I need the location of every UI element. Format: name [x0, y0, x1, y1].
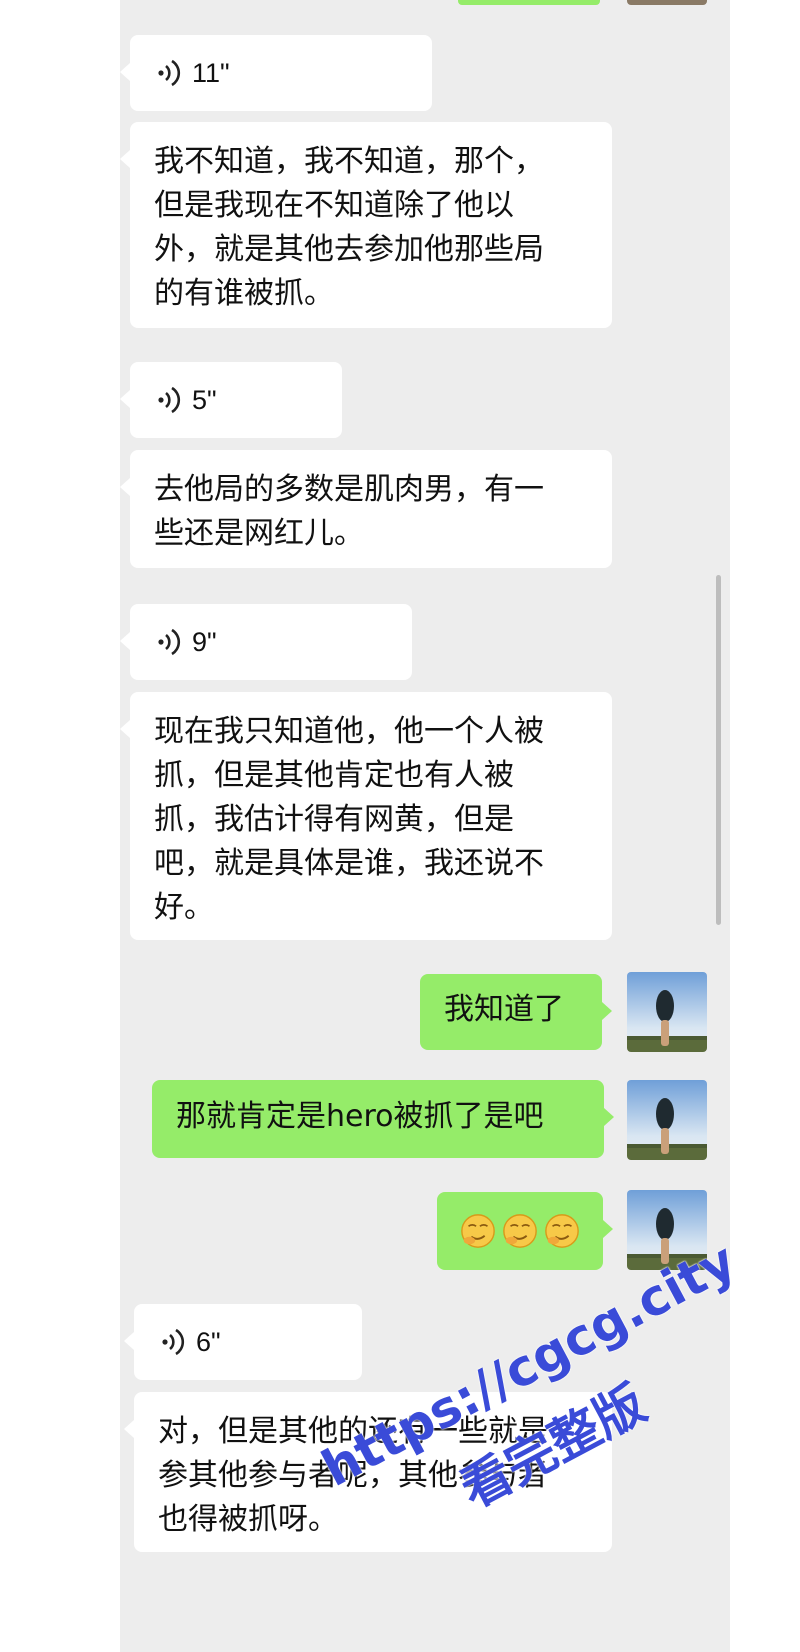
message-line: 我不知道，我不知道，那个， — [154, 144, 544, 179]
outgoing-text-message[interactable]: 我知道了 — [420, 974, 612, 1050]
voice-wave-icon — [158, 59, 181, 87]
outgoing-emoji-message[interactable] — [437, 1192, 613, 1270]
voice-message[interactable]: 11" — [120, 35, 432, 111]
message-line: 些还是网红儿。 — [154, 516, 364, 551]
smirk-face-emoji-icon — [503, 1214, 537, 1248]
message-line: 抓，但是其他肯定也有人被 — [154, 758, 514, 793]
previous-avatar-edge — [627, 0, 707, 5]
message-line: 的有谁被抓。 — [154, 276, 334, 311]
message-line: 对，但是其他的还有一些就是 — [158, 1414, 548, 1449]
message-line: 现在我只知道他，他一个人被 — [154, 714, 544, 749]
voice-duration: 11" — [192, 58, 230, 88]
avatar[interactable] — [627, 972, 707, 1052]
avatar[interactable] — [627, 1190, 707, 1270]
text-message[interactable]: 我不知道，我不知道，那个， 但是我现在不知道除了他以 外，就是其他去参加他那些局… — [120, 122, 612, 328]
text-message[interactable]: 对，但是其他的还有一些就是 参其他参与者呢，其他参与者 也得被抓呀。 — [124, 1392, 612, 1552]
message-line: 吧，就是具体是谁，我还说不 — [154, 846, 544, 881]
avatar-image — [627, 972, 707, 1052]
avatar[interactable] — [627, 1080, 707, 1160]
voice-message[interactable]: 9" — [120, 604, 412, 680]
message-line: 去他局的多数是肌肉男，有一 — [154, 472, 544, 507]
voice-message[interactable]: 6" — [124, 1304, 362, 1380]
message-line: 我知道了 — [444, 992, 564, 1027]
message-line: 好。 — [154, 890, 214, 925]
voice-wave-icon — [158, 386, 181, 414]
voice-message[interactable]: 5" — [120, 362, 342, 438]
message-line: 参其他参与者呢，其他参与者 — [158, 1458, 548, 1493]
voice-duration: 6" — [196, 1327, 221, 1357]
voice-wave-icon — [162, 1328, 185, 1356]
message-line: 外，就是其他去参加他那些局 — [154, 232, 544, 267]
voice-duration: 9" — [192, 627, 217, 657]
chat-area: 11" 我不知道，我不知道，那个， 但是我现在不知道除了他以 外，就是其他去参加… — [120, 0, 730, 1652]
voice-wave-icon — [158, 628, 181, 656]
message-line: 但是我现在不知道除了他以 — [154, 188, 514, 223]
message-line: 也得被抓呀。 — [158, 1502, 338, 1537]
scrollbar[interactable] — [716, 575, 721, 925]
previous-outgoing-bubble-edge — [458, 0, 600, 5]
avatar-image — [627, 1080, 707, 1160]
smirk-face-emoji-icon — [461, 1214, 495, 1248]
voice-duration: 5" — [192, 385, 217, 415]
message-line: 抓，我估计得有网黄，但是 — [154, 802, 514, 837]
outgoing-text-message[interactable]: 那就肯定是hero被抓了是吧 — [152, 1080, 614, 1158]
text-message[interactable]: 现在我只知道他，他一个人被 抓，但是其他肯定也有人被 抓，我估计得有网黄，但是 … — [120, 692, 612, 940]
smirk-face-emoji-icon — [545, 1214, 579, 1248]
text-message[interactable]: 去他局的多数是肌肉男，有一 些还是网红儿。 — [120, 450, 612, 568]
message-line: 那就肯定是hero被抓了是吧 — [176, 1099, 544, 1134]
avatar-image — [627, 1190, 707, 1270]
